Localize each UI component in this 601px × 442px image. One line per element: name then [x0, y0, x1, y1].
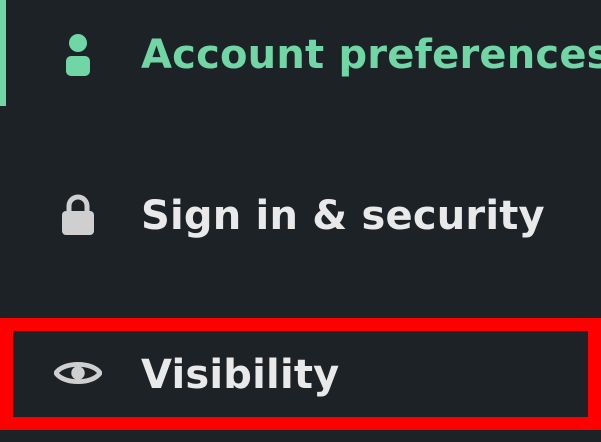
settings-sidebar-nav: Account preferences Sign in & security V… — [0, 0, 601, 442]
lock-icon — [54, 191, 102, 239]
nav-item-label: Sign in & security — [141, 193, 545, 239]
active-indicator — [0, 0, 6, 106]
person-icon — [54, 31, 102, 79]
nav-item-visibility[interactable]: Visibility — [0, 318, 601, 430]
nav-item-sign-in-security[interactable]: Sign in & security — [0, 160, 601, 270]
nav-item-label: Visibility — [141, 352, 340, 398]
nav-item-label: Account preferences — [141, 32, 601, 78]
eye-icon — [54, 349, 102, 397]
nav-item-account-preferences[interactable]: Account preferences — [0, 0, 601, 110]
